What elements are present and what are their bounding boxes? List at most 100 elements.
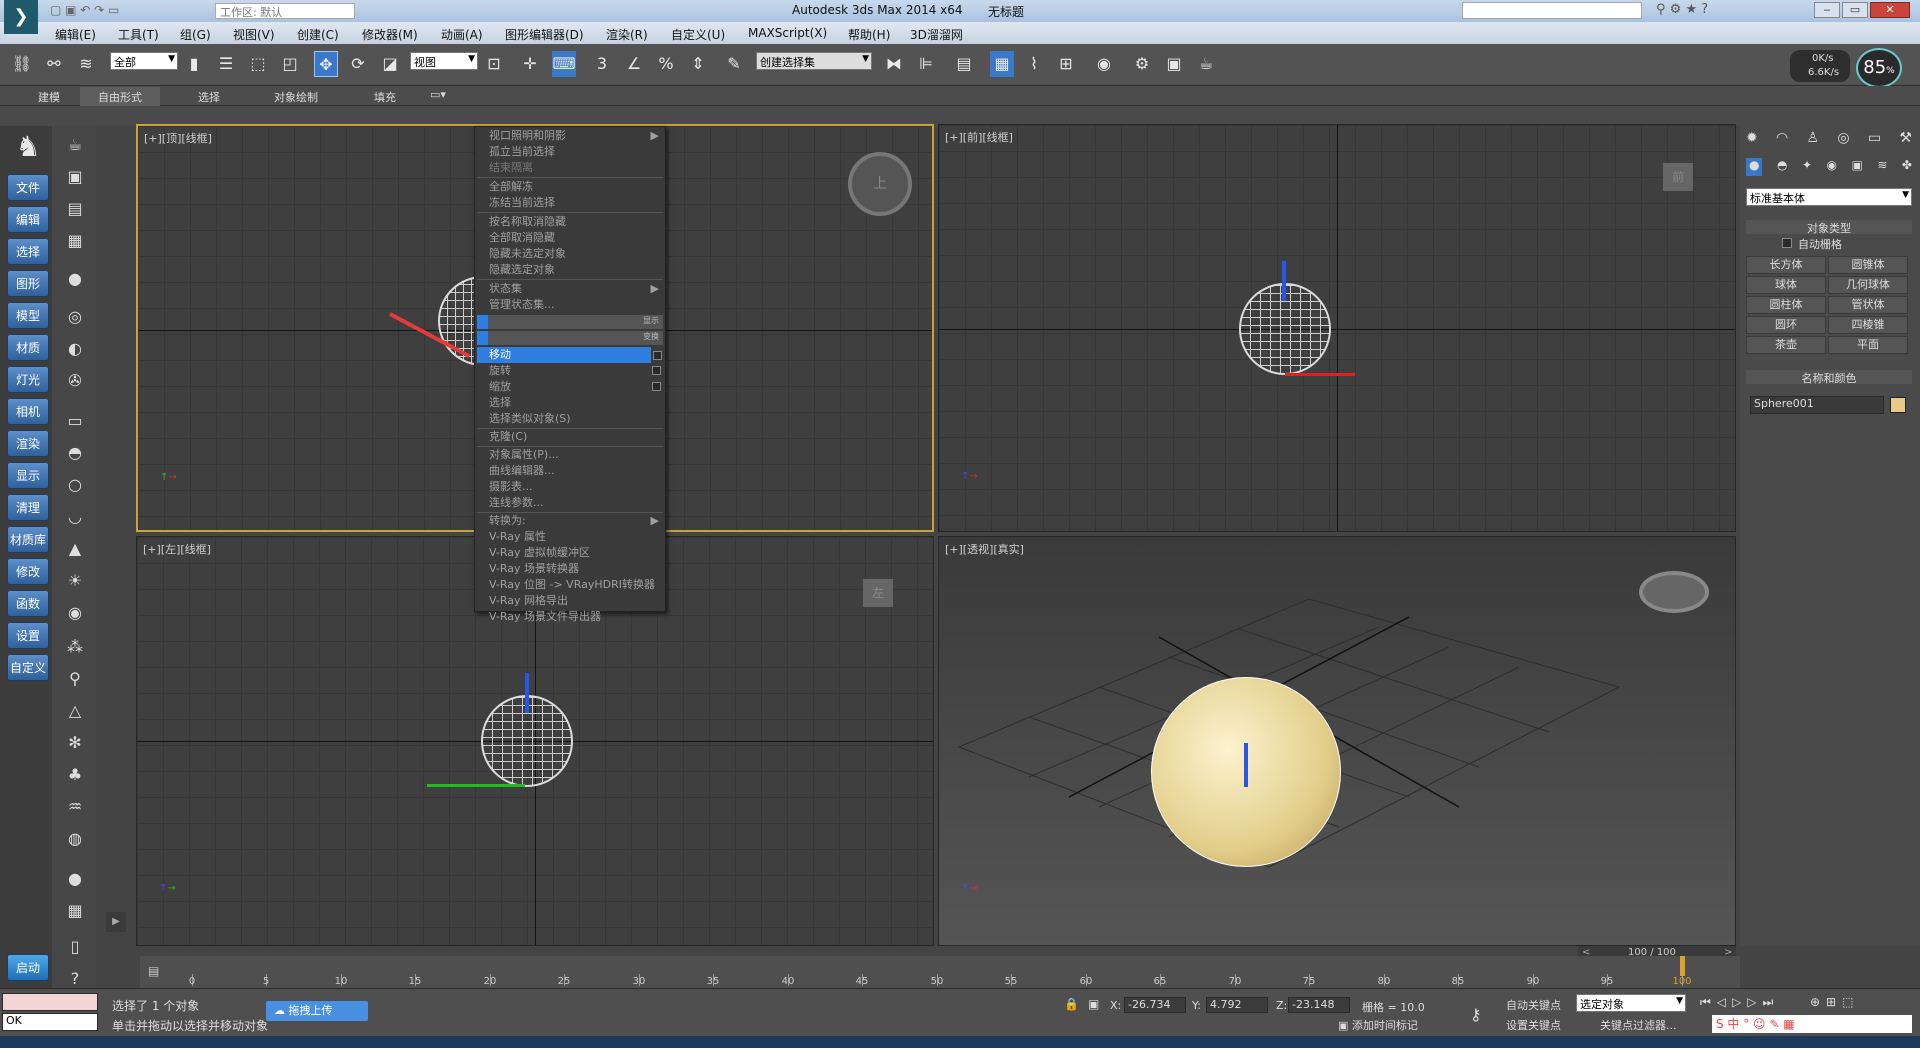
- workspace-dropdown[interactable]: 工作区: 默认: [215, 3, 355, 19]
- menu-item-3d66[interactable]: 3D溜溜网: [910, 26, 963, 43]
- material-editor-icon[interactable]: ◉: [1092, 51, 1116, 77]
- menu-item-tools[interactable]: 工具(T): [118, 26, 159, 43]
- disc-icon[interactable]: ◉: [62, 600, 88, 626]
- key-filters-button[interactable]: 关键点过滤器...: [1600, 1017, 1677, 1033]
- hierarchy-tab-icon[interactable]: ♙: [1807, 130, 1820, 150]
- menu-item-views[interactable]: 视图(V): [233, 26, 275, 43]
- percent-snap-icon[interactable]: %: [654, 51, 678, 77]
- scene-explorer-icon[interactable]: ▦: [990, 51, 1014, 77]
- mirror-icon[interactable]: ⧓: [882, 51, 906, 77]
- rollout-object-type-header[interactable]: 对象类型: [1746, 220, 1912, 235]
- obj-btn-geosphere[interactable]: 几何球体: [1828, 276, 1908, 294]
- schematic-view-icon[interactable]: ⊞: [1054, 51, 1078, 77]
- timeline[interactable]: ▤ 0 5 10 15 20 25 30 35 40 45 50 55 60 6…: [140, 956, 1740, 988]
- object-color-swatch[interactable]: [1890, 397, 1906, 413]
- dumbbell-icon[interactable]: ⚲: [62, 666, 88, 692]
- info-center-icons[interactable]: ⚲ ⚙ ★ ?: [1656, 2, 1708, 17]
- ctx-item-vray-scene-converter[interactable]: V-Ray 场景转换器: [477, 561, 663, 577]
- menu-item-help[interactable]: 帮助(H): [848, 26, 890, 43]
- obj-btn-cylinder[interactable]: 圆柱体: [1746, 296, 1826, 314]
- plant-icon[interactable]: ♣: [62, 762, 88, 788]
- bulb-icon[interactable]: ●: [62, 266, 88, 292]
- motion-tab-icon[interactable]: ◎: [1837, 130, 1849, 150]
- unlink-icon[interactable]: ⚯: [42, 51, 66, 77]
- film-icon[interactable]: ✇: [62, 368, 88, 394]
- ctx-item-curve-editor[interactable]: 曲线编辑器...: [477, 463, 663, 479]
- ctx-item-scale[interactable]: 缩放: [477, 379, 663, 395]
- viewport-label[interactable]: [+][左][线框]: [143, 541, 211, 557]
- minimize-button[interactable]: ‒: [1814, 2, 1840, 18]
- search-box[interactable]: [1462, 2, 1642, 19]
- side-btn-function[interactable]: 函数: [7, 590, 49, 617]
- sphere-icon[interactable]: ○: [62, 472, 88, 498]
- side-btn-cleanup[interactable]: 清理: [7, 494, 49, 521]
- sun-icon[interactable]: ☀: [62, 568, 88, 594]
- tab-object-paint[interactable]: 对象绘制: [274, 89, 318, 105]
- ctx-item-vray-bitmap-converter[interactable]: V-Ray 位图 -> VRayHDRI转换器: [477, 577, 663, 593]
- geometry-category-dropdown[interactable]: 标准基本体: [1746, 188, 1912, 206]
- globe-icon[interactable]: ◍: [62, 826, 88, 852]
- cone-icon[interactable]: ▲: [62, 536, 88, 562]
- timeline-track[interactable]: 0 5 10 15 20 25 30 35 40 45 50 55 60 65 …: [188, 956, 1692, 988]
- ctx-item-unhide-by-name[interactable]: 按名称取消隐藏: [477, 214, 663, 230]
- ctx-item-dope-sheet[interactable]: 摄影表...: [477, 479, 663, 495]
- viewport-label[interactable]: [+][透视][真实]: [945, 541, 1024, 557]
- systems-icon[interactable]: ✤: [1902, 158, 1912, 176]
- ctx-item-vray-scene-export[interactable]: V-Ray 场景文件导出器: [477, 609, 663, 625]
- rotate-icon[interactable]: ⟳: [346, 51, 370, 77]
- ctx-item-hide-unselected[interactable]: 隐藏未选定对象: [477, 246, 663, 262]
- particles-icon[interactable]: ⁂: [62, 634, 88, 660]
- close-button[interactable]: ✕: [1870, 2, 1910, 18]
- select-manipulate-icon[interactable]: ✛: [518, 51, 542, 77]
- display-tab-icon[interactable]: ▭: [1868, 130, 1881, 150]
- window-crossing-icon[interactable]: ◰: [278, 51, 302, 77]
- create-tab-icon[interactable]: ✹: [1746, 130, 1758, 150]
- ctx-item-manage-state-sets[interactable]: 管理状态集...: [477, 297, 663, 313]
- select-object-icon[interactable]: ▮: [182, 51, 206, 77]
- viewcube-icon[interactable]: 上: [848, 152, 912, 216]
- spacewarps-icon[interactable]: ≋: [1877, 158, 1887, 176]
- obj-btn-teapot[interactable]: 茶壶: [1746, 336, 1826, 354]
- calculator-icon[interactable]: ▦: [62, 228, 88, 254]
- obj-btn-torus[interactable]: 圆环: [1746, 316, 1826, 334]
- hemisphere-icon[interactable]: ◓: [62, 440, 88, 466]
- menu-item-animation[interactable]: 动画(A): [441, 26, 483, 43]
- viewport-nav-controls[interactable]: ⊕⊞⬚: [1810, 995, 1859, 1009]
- helpers-icon[interactable]: ▣: [1852, 158, 1863, 176]
- selection-filter-dropdown[interactable]: 全部: [110, 52, 178, 70]
- keyboard-shortcut-toggle-icon[interactable]: ⌨: [552, 51, 576, 77]
- auto-key-button[interactable]: 自动关键点: [1506, 997, 1561, 1013]
- viewcube-icon[interactable]: [1639, 571, 1709, 613]
- move-icon[interactable]: ✥: [314, 51, 338, 77]
- cameras-icon[interactable]: ◉: [1827, 158, 1837, 176]
- ctx-item-move[interactable]: 移动: [477, 347, 651, 363]
- app-logo-icon[interactable]: ❯: [4, 0, 38, 34]
- ctx-item-hide-selection[interactable]: 隐藏选定对象: [477, 262, 663, 278]
- menu-item-maxscript[interactable]: MAXScript(X): [748, 26, 827, 40]
- side-btn-display[interactable]: 显示: [7, 462, 49, 489]
- viewport-perspective[interactable]: [+][透视][真实] ↑→: [938, 536, 1736, 946]
- absolute-mode-icon[interactable]: ▣: [1088, 997, 1099, 1011]
- ctx-item-state-sets[interactable]: 状态集 ▶: [477, 281, 663, 297]
- spinner-snap-icon[interactable]: ⇕: [686, 51, 710, 77]
- image-icon[interactable]: ▣: [62, 164, 88, 190]
- playback-controls[interactable]: ⏮◁▷▷⏭: [1700, 995, 1779, 1010]
- ctx-item-lighting[interactable]: 视口照明和阴影 ▶: [477, 128, 663, 144]
- grid-icon[interactable]: ▦: [62, 898, 88, 924]
- gear-icon[interactable]: ✻: [62, 730, 88, 756]
- obj-btn-tube[interactable]: 管状体: [1828, 296, 1908, 314]
- obj-btn-sphere[interactable]: 球体: [1746, 276, 1826, 294]
- maxscript-mini-listener[interactable]: [2, 993, 98, 1011]
- side-btn-matlib[interactable]: 材质库: [7, 526, 49, 553]
- tab-selection[interactable]: 选择: [198, 89, 220, 105]
- menu-item-group[interactable]: 组(G): [180, 26, 211, 43]
- layer-manager-icon[interactable]: ▤: [952, 51, 976, 77]
- obj-btn-cone[interactable]: 圆锥体: [1828, 256, 1908, 274]
- expand-arrow-icon[interactable]: ▶: [106, 912, 126, 932]
- ctx-item-wire-params[interactable]: 连线参数...: [477, 495, 663, 511]
- ctx-item-vray-properties[interactable]: V-Ray 属性: [477, 529, 663, 545]
- teapot-icon[interactable]: ☕: [62, 132, 88, 158]
- geometry-icon[interactable]: ●: [1746, 158, 1763, 176]
- select-by-name-icon[interactable]: ☰: [214, 51, 238, 77]
- maximize-button[interactable]: ▭: [1842, 2, 1868, 18]
